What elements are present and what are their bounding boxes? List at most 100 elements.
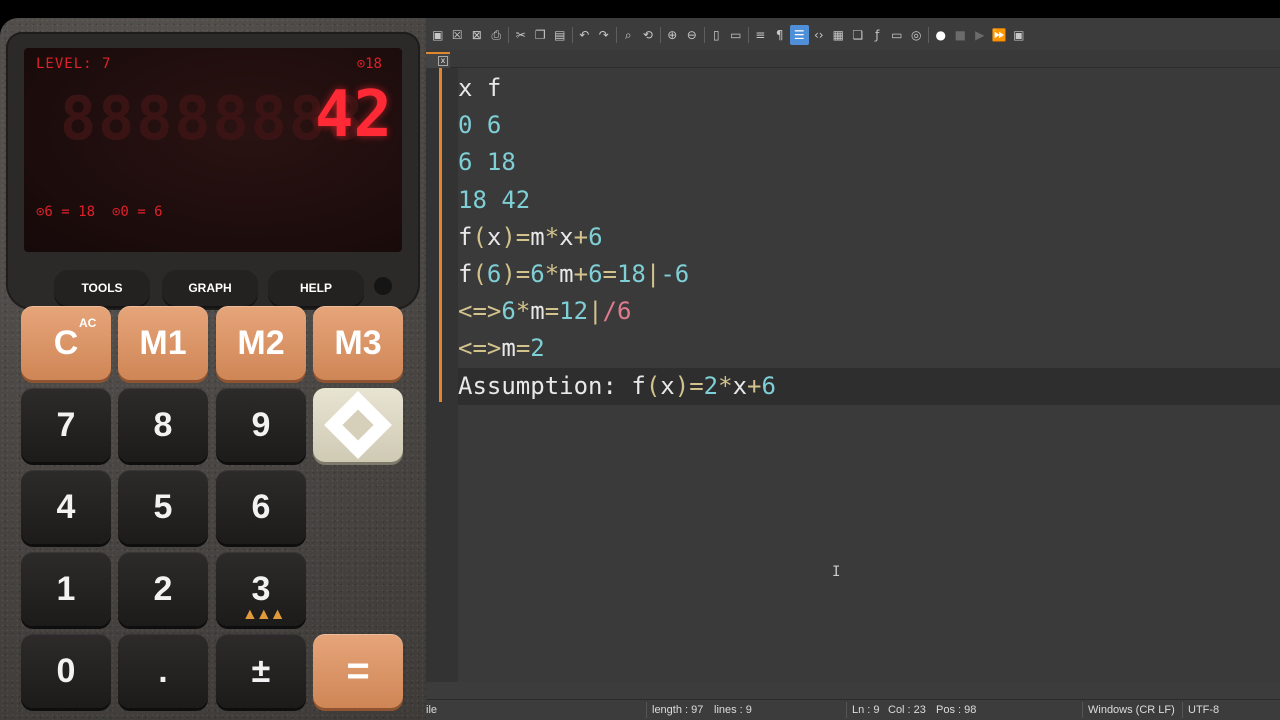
code-content[interactable]: x f0 66 18 18 42 f(x)=m*x+6 f(6)=6*m+6=18|-… — [458, 70, 1280, 405]
close-icon[interactable]: ☒ — [448, 25, 468, 45]
mouse-ibeam-cursor: I — [832, 564, 841, 580]
memory-3-button[interactable]: M3 — [313, 306, 403, 380]
code-line[interactable]: x f — [458, 70, 1280, 107]
save-icon[interactable]: ▣ — [428, 25, 448, 45]
memory-2-button[interactable]: M2 — [216, 306, 306, 380]
code-token: f — [458, 259, 473, 288]
tab-close-icon[interactable]: x — [438, 56, 448, 66]
code-token: m — [530, 297, 545, 326]
editor-toolbar: ▣ ☒ ⊠ ⎙ ✂ ❐ ▤ ↶ ↷ ⌕ ⟲ ⊕ ⊖ ▯ ▭ ≡ ¶ ☰ ‹› ▦ ❏ ƒ ▭ ◎ ● ■ ▶ ⏩ ▣ — [426, 22, 1280, 48]
status-encoding[interactable]: UTF-8 — [1188, 704, 1219, 716]
code-token: + — [747, 371, 762, 400]
code-line[interactable]: f(6)=6*m+6=18|-6 — [458, 256, 1280, 293]
change-history-bar — [439, 68, 442, 402]
memory-readout-2: ⊙0 = 6 — [112, 204, 163, 220]
zoom-in-icon[interactable]: ⊕ — [663, 25, 683, 45]
undo-icon[interactable]: ↶ — [575, 25, 595, 45]
status-bar: ile length : 97 lines : 9 Ln : 9 Col : 2… — [426, 699, 1280, 720]
code-token: * — [515, 297, 531, 326]
replace-icon[interactable]: ⟲ — [638, 25, 658, 45]
status-position: Pos : 98 — [936, 704, 977, 716]
stop-macro-icon[interactable]: ■ — [951, 25, 971, 45]
digit-7-button[interactable]: 7 — [21, 388, 111, 462]
code-token: = — [544, 297, 560, 326]
clear-label: C — [53, 323, 79, 362]
word-wrap-icon[interactable]: ≡ — [751, 25, 771, 45]
decimal-point-button[interactable]: . — [118, 634, 208, 708]
code-line[interactable]: 6 18 — [458, 144, 1280, 181]
digit-8-button[interactable]: 8 — [118, 388, 208, 462]
code-line[interactable]: 0 6 — [458, 107, 1280, 144]
file-tab[interactable]: x — [426, 52, 450, 68]
status-eol-format[interactable]: Windows (CR LF) — [1088, 704, 1175, 716]
digit-0-button[interactable]: 0 — [21, 634, 111, 708]
document-map-icon[interactable]: ▦ — [829, 25, 849, 45]
graph-button[interactable]: GRAPH — [162, 270, 258, 306]
status-length: length : 97 — [652, 704, 704, 716]
show-all-chars-icon[interactable]: ¶ — [770, 25, 790, 45]
code-line[interactable]: Assumption: f(x)=2*x+6 — [458, 367, 1280, 405]
folder-as-workspace-icon[interactable]: ◎ — [907, 25, 927, 45]
digit-6-button[interactable]: 6 — [216, 470, 306, 544]
diamond-button[interactable] — [313, 388, 403, 462]
digit-4-button[interactable]: 4 — [21, 470, 111, 544]
code-line[interactable]: <=>6*m=12|/6 — [458, 293, 1280, 330]
play-macro-icon[interactable]: ▶ — [970, 25, 990, 45]
language-icon[interactable]: ‹› — [809, 25, 829, 45]
redo-icon[interactable]: ↷ — [594, 25, 614, 45]
zoom-out-icon[interactable]: ⊖ — [682, 25, 702, 45]
sync-h-icon[interactable]: ▭ — [726, 25, 746, 45]
digit-1-button[interactable]: 1 — [21, 552, 111, 626]
level-indicator: LEVEL: 7 — [36, 56, 112, 72]
lcd-value: 42 — [314, 78, 392, 152]
code-token: x — [732, 371, 748, 400]
code-token: m — [530, 222, 545, 251]
memory-readout-1: ⊙6 = 18 — [36, 204, 96, 220]
code-token: 6 — [588, 222, 603, 251]
code-token: 6 — [588, 259, 603, 288]
editor-text-area[interactable]: x f0 66 18 18 42 f(x)=m*x+6 f(6)=6*m+6=18|-… — [458, 68, 1280, 682]
help-button[interactable]: HELP — [268, 270, 364, 306]
print-icon[interactable]: ⎙ — [487, 25, 507, 45]
digit-2-button[interactable]: 2 — [118, 552, 208, 626]
tools-button[interactable]: TOOLS — [54, 270, 150, 306]
indent-guide-icon[interactable]: ☰ — [789, 25, 809, 45]
monitor-icon[interactable]: ▭ — [887, 25, 907, 45]
code-token: x — [559, 222, 574, 251]
run-macro-multiple-icon[interactable]: ⏩ — [990, 25, 1010, 45]
code-token: ( — [472, 222, 487, 251]
paste-icon[interactable]: ▤ — [550, 25, 570, 45]
code-line[interactable]: 18 42 — [458, 182, 1280, 219]
copy-icon[interactable]: ❐ — [531, 25, 551, 45]
status-lines: lines : 9 — [714, 704, 752, 716]
code-token: )= — [501, 259, 531, 288]
code-token: | — [588, 297, 603, 326]
code-line[interactable]: <=>m=2 — [458, 330, 1280, 367]
digit-3-button[interactable]: 3 ▲▲▲ — [216, 552, 306, 626]
code-line[interactable]: f(x)=m*x+6 — [458, 219, 1280, 256]
find-icon[interactable]: ⌕ — [619, 25, 639, 45]
digit-9-button[interactable]: 9 — [216, 388, 306, 462]
code-token: m — [559, 259, 574, 288]
status-line-number: Ln : 9 — [852, 704, 880, 716]
function-list-icon[interactable]: ƒ — [868, 25, 888, 45]
code-token: x — [486, 222, 502, 251]
sync-v-icon[interactable]: ▯ — [707, 25, 727, 45]
digit-3-label: 3 — [251, 569, 271, 608]
digit-5-button[interactable]: 5 — [118, 470, 208, 544]
close-all-icon[interactable]: ⊠ — [467, 25, 487, 45]
clear-button[interactable]: C AC — [21, 306, 111, 380]
code-token: | — [645, 259, 661, 288]
memory-1-button[interactable]: M1 — [118, 306, 208, 380]
cut-icon[interactable]: ✂ — [511, 25, 531, 45]
code-token: )= — [674, 371, 704, 400]
plus-minus-button[interactable]: ± — [216, 634, 306, 708]
code-token: + — [573, 222, 589, 251]
text-editor-window: ▣ ☒ ⊠ ⎙ ✂ ❐ ▤ ↶ ↷ ⌕ ⟲ ⊕ ⊖ ▯ ▭ ≡ ¶ ☰ ‹› ▦ ❏ ƒ ▭ ◎ ● ■ ▶ ⏩ ▣ x x f0 66… — [426, 18, 1280, 720]
history-indicator: ⊙18 — [356, 56, 382, 72]
code-token: )= — [501, 222, 531, 251]
save-macro-icon[interactable]: ▣ — [1009, 25, 1029, 45]
equals-button[interactable]: = — [313, 634, 403, 708]
document-list-icon[interactable]: ❏ — [848, 25, 868, 45]
record-macro-icon[interactable]: ● — [931, 25, 951, 45]
